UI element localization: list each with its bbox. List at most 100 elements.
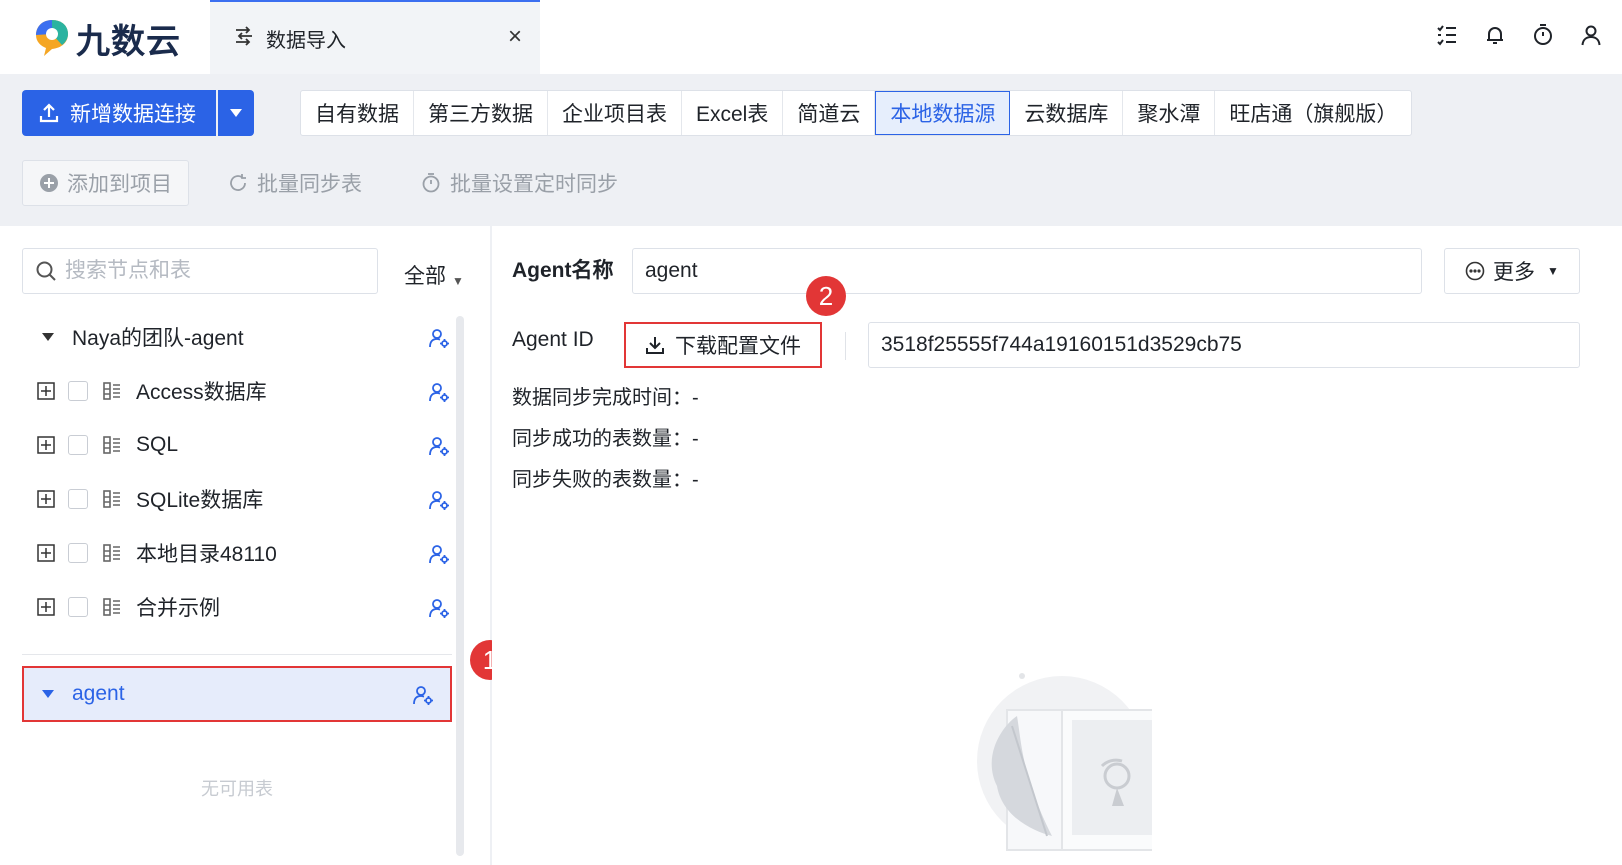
item-label: SQLite数据库 — [136, 489, 264, 512]
user-settings-icon[interactable] — [428, 597, 450, 625]
table-icon — [102, 597, 122, 617]
sync-fail-count-text: 同步失败的表数量：- — [512, 469, 699, 491]
tree-item[interactable]: SQLite数据库 — [22, 472, 450, 526]
user-icon[interactable] — [1578, 22, 1604, 48]
search-input[interactable] — [65, 259, 365, 283]
new-connection-dropdown[interactable] — [218, 90, 254, 136]
expand-plus-icon[interactable] — [36, 435, 56, 455]
data-import-icon — [232, 24, 256, 53]
task-list-icon[interactable] — [1434, 22, 1460, 48]
table-icon — [102, 435, 122, 455]
more-button[interactable]: 更多 ▼ — [1444, 248, 1580, 294]
expand-plus-icon[interactable] — [36, 381, 56, 401]
upload-icon — [38, 102, 60, 124]
user-settings-icon[interactable] — [428, 543, 450, 571]
item-checkbox[interactable] — [68, 435, 88, 455]
source-tab-local[interactable]: 本地数据源 — [875, 91, 1011, 135]
new-connection-button[interactable]: 新增数据连接 — [22, 90, 216, 136]
step-badge-2: 2 — [806, 276, 846, 316]
filter-dropdown[interactable]: 全部 ▼ — [404, 250, 464, 290]
batch-sync-button[interactable]: 批量同步表 — [227, 168, 362, 198]
tab-close-icon[interactable]: × — [502, 24, 528, 50]
source-tab-jiandaoyun[interactable]: 简道云 — [783, 91, 876, 135]
source-tab-cloud-db[interactable]: 云数据库 — [1010, 91, 1124, 135]
expand-plus-icon[interactable] — [36, 543, 56, 563]
stopwatch-icon — [420, 172, 442, 194]
source-tab-excel[interactable]: Excel表 — [682, 91, 784, 135]
tab-data-import[interactable]: 数据导入 × — [210, 0, 540, 74]
refresh-icon — [227, 172, 249, 194]
batch-schedule-button[interactable]: 批量设置定时同步 — [420, 168, 618, 198]
item-checkbox[interactable] — [68, 489, 88, 509]
batch-sync-label: 批量同步表 — [257, 173, 362, 196]
no-tables-text: 无可用表 — [201, 779, 273, 799]
agent-id-label: Agent ID — [512, 328, 594, 351]
node-tree: Naya的团队-agent Access数据库 SQL SQLite数据库 本地… — [22, 310, 450, 634]
sync-success-count-text: 同步成功的表数量：- — [512, 428, 699, 450]
download-icon — [645, 335, 665, 355]
table-icon — [102, 543, 122, 563]
tree-group-node[interactable]: Naya的团队-agent — [22, 310, 450, 364]
node-tree-panel: 全部 ▼ Naya的团队-agent Access数据库 — [0, 226, 490, 865]
user-settings-icon[interactable] — [428, 327, 450, 355]
tree-item[interactable]: Access数据库 — [22, 364, 450, 418]
caret-down-icon — [230, 104, 242, 122]
item-label: Access数据库 — [136, 381, 267, 404]
collapse-triangle-icon[interactable] — [42, 333, 54, 341]
user-settings-icon[interactable] — [428, 489, 450, 517]
source-tabs: 自有数据 第三方数据 企业项目表 Excel表 简道云 本地数据源 云数据库 聚… — [300, 90, 1413, 136]
download-config-label: 下载配置文件 — [675, 335, 801, 358]
tree-item[interactable]: SQL — [22, 418, 450, 472]
timer-icon[interactable] — [1530, 22, 1556, 48]
collapse-triangle-icon[interactable] — [42, 690, 54, 698]
bell-icon[interactable] — [1482, 22, 1508, 48]
tree-item[interactable]: 本地目录48110 — [22, 526, 450, 580]
more-dots-icon — [1465, 261, 1485, 281]
app-logo[interactable]: 九数云 — [34, 18, 181, 62]
source-tab-enterprise-project[interactable]: 企业项目表 — [548, 91, 682, 135]
caret-down-icon: ▼ — [1547, 264, 1559, 278]
toolbar: 新增数据连接 自有数据 第三方数据 企业项目表 Excel表 简道云 本地数据源… — [0, 74, 1622, 226]
plus-circle-icon — [39, 173, 59, 193]
item-label: 本地目录48110 — [136, 543, 277, 566]
user-settings-icon[interactable] — [412, 684, 434, 712]
tree-divider — [22, 654, 452, 655]
agent-name-label: Agent名称 — [512, 259, 614, 282]
source-tab-own-data[interactable]: 自有数据 — [301, 91, 414, 135]
group-label: Naya的团队-agent — [72, 327, 244, 350]
user-settings-icon[interactable] — [428, 435, 450, 463]
agent-node-label: agent — [72, 682, 125, 705]
tree-scrollbar[interactable] — [456, 316, 464, 856]
search-icon — [35, 260, 57, 282]
agent-node-selected[interactable]: agent — [22, 666, 452, 722]
expand-plus-icon[interactable] — [36, 489, 56, 509]
tree-item[interactable]: 合并示例 — [22, 580, 450, 634]
empty-state-illustration — [942, 666, 1163, 865]
source-tab-wangdiantong[interactable]: 旺店通（旗舰版） — [1215, 91, 1411, 135]
agent-id-field[interactable]: 3518f25555f744a19160151d3529cb75 — [868, 322, 1580, 368]
add-to-project-button[interactable]: 添加到项目 — [22, 160, 189, 206]
tab-label: 数据导入 — [266, 29, 346, 52]
table-icon — [102, 381, 122, 401]
item-checkbox[interactable] — [68, 543, 88, 563]
search-box[interactable] — [22, 248, 378, 294]
agent-detail-panel: Agent名称 agent 更多 ▼ Agent ID 下载配置文件 3518f… — [492, 226, 1622, 865]
expand-plus-icon[interactable] — [36, 597, 56, 617]
batch-schedule-label: 批量设置定时同步 — [450, 173, 618, 196]
new-connection-label: 新增数据连接 — [70, 103, 196, 126]
add-to-project-label: 添加到项目 — [67, 173, 172, 196]
agent-name-field[interactable]: agent — [632, 248, 1422, 294]
top-bar: 九数云 数据导入 × — [0, 0, 1622, 74]
download-config-button[interactable]: 下载配置文件 — [624, 322, 822, 368]
item-checkbox[interactable] — [68, 381, 88, 401]
item-checkbox[interactable] — [68, 597, 88, 617]
logo-mark-icon — [34, 18, 70, 58]
source-tab-jushuitan[interactable]: 聚水潭 — [1123, 91, 1216, 135]
source-tab-third-party[interactable]: 第三方数据 — [414, 91, 548, 135]
item-label: 合并示例 — [136, 597, 220, 620]
separator — [845, 332, 846, 360]
user-settings-icon[interactable] — [428, 381, 450, 409]
item-label: SQL — [136, 433, 179, 456]
logo-text: 九数云 — [76, 21, 181, 62]
caret-down-icon: ▼ — [452, 274, 464, 288]
